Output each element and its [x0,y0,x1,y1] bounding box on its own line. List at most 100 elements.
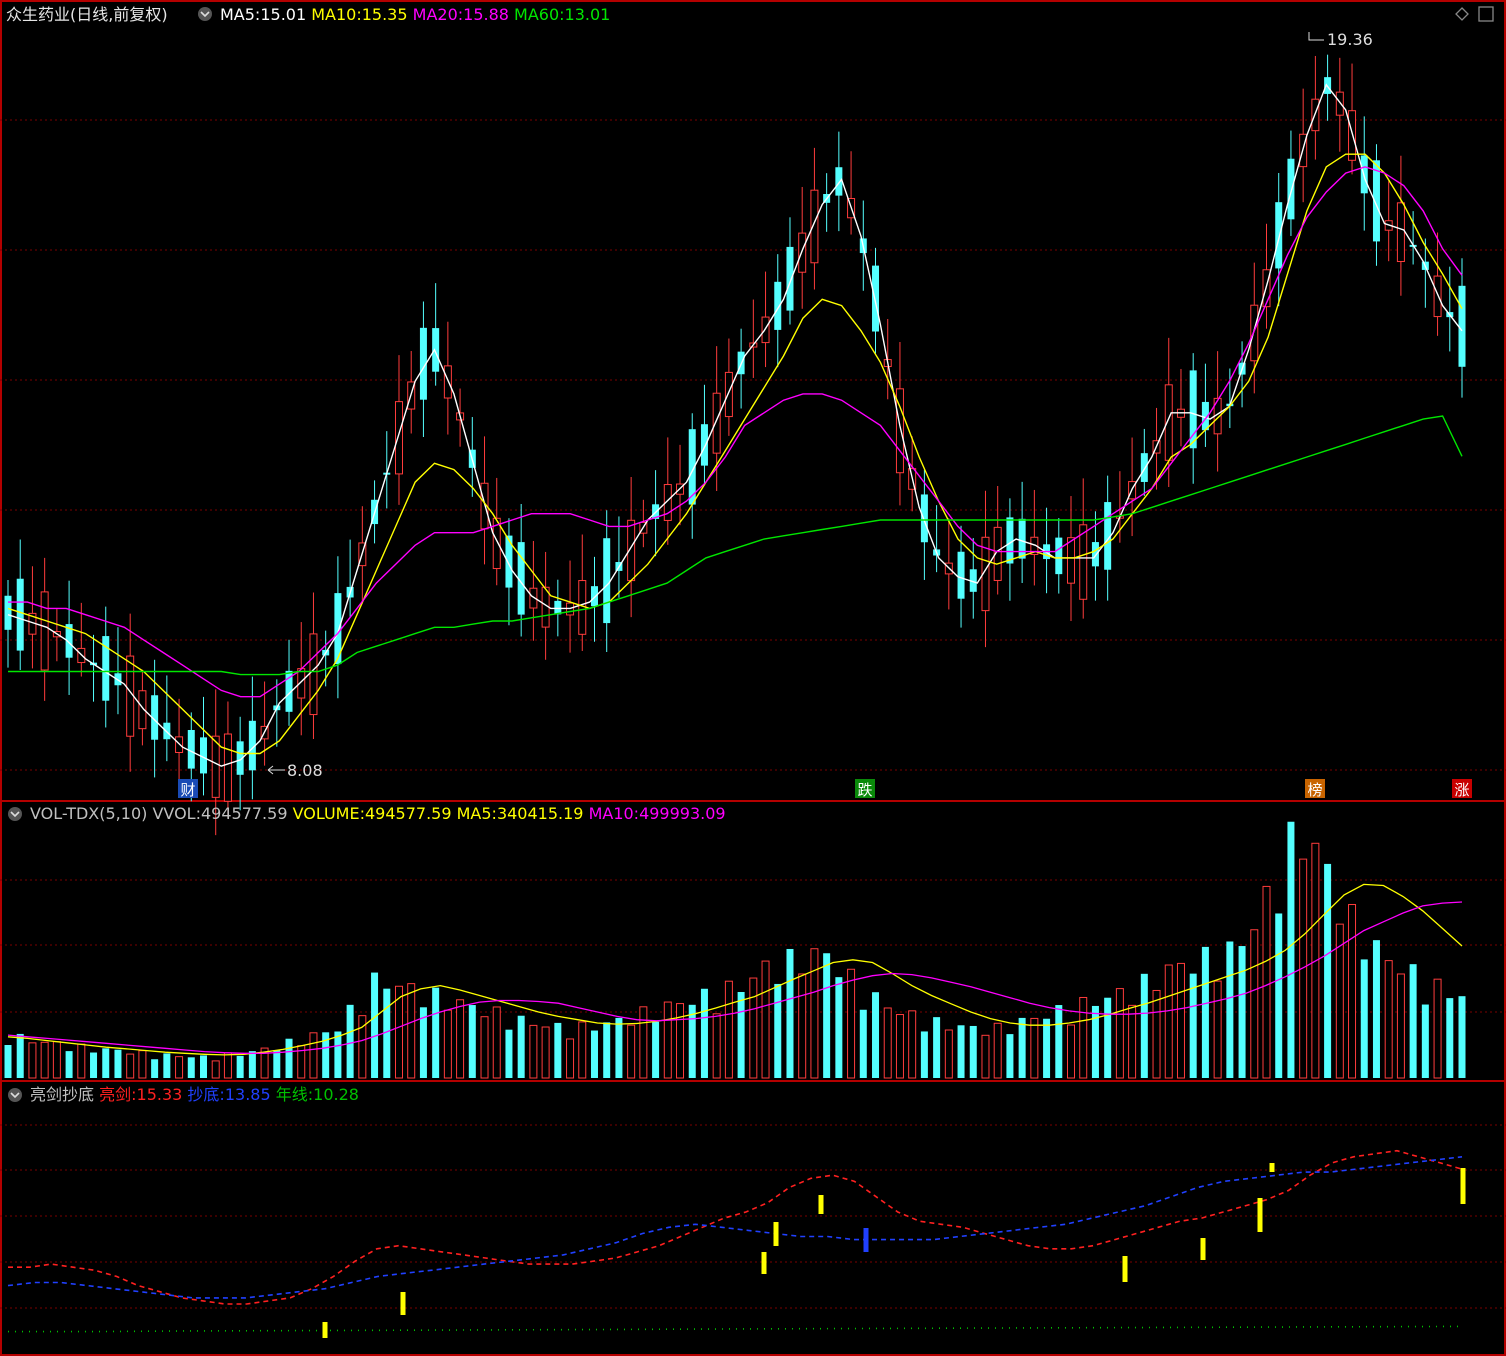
candle-body [920,494,928,543]
legend-value: 15.33 [137,1085,183,1104]
volume-bar [52,1041,61,1079]
signal-bar [1257,1198,1263,1232]
volume-bar [1067,1024,1076,1079]
legend-label: MA10: [589,804,640,823]
candle-body [1189,370,1197,449]
candle-body [603,538,611,624]
candle-body [432,328,440,372]
diamond-icon[interactable] [1455,7,1469,21]
window-controls[interactable] [1455,6,1494,22]
candle-body [394,401,403,475]
volume-bar [603,1022,611,1078]
volume-bar [90,1052,98,1078]
candle-body [16,578,24,651]
stock-title: 众生药业(日线,前复权) [6,5,168,24]
legend-value: 494577.59 [201,804,288,823]
indicator-line [7,1156,1463,1299]
event-marker: 财 [180,781,195,799]
volume-bar [1043,1018,1051,1078]
candlestick-series [4,54,1466,836]
volume-bar [981,1034,990,1079]
legend-value: 499993.09 [639,804,726,823]
dropdown-icon[interactable] [8,1088,22,1102]
volume-bars [4,821,1466,1079]
volume-bar [77,1043,86,1079]
volume-bar [688,1004,696,1078]
legend-label: VOLUME: [293,804,365,823]
legend-value: 15.88 [463,5,509,24]
dropdown-icon[interactable] [8,807,22,821]
volume-bar [895,1014,904,1079]
volume-bar [639,1006,648,1079]
candle-body [1067,537,1076,584]
legend-label: MA5: [220,5,260,24]
maximize-icon[interactable] [1478,6,1494,22]
volume-bar [371,972,379,1078]
volume-bar [1458,996,1466,1078]
volume-bar [554,1022,562,1078]
candle-body [1091,542,1099,567]
volume-bar [1384,960,1393,1079]
volume-bar [1152,989,1161,1079]
volume-bar [835,977,843,1078]
volume-bar [468,1005,476,1078]
candle-body [700,424,708,466]
volume-bar [908,1010,917,1079]
indicator-legend-text: 亮剑抄底 亮剑:15.33 抄底:13.85 年线:10.28 [30,1085,359,1104]
signal-bar [761,1252,767,1274]
low-price-label: 8.08 [287,761,323,780]
volume-bar [1164,964,1173,1079]
volume-bar [823,953,831,1078]
signal-bar [400,1292,406,1315]
volume-bar [969,1025,977,1078]
candle-body [309,633,318,716]
candle-body [1018,518,1026,559]
candle-body [798,232,807,273]
volume-bar [993,1022,1002,1079]
candle-body [712,392,721,454]
volume-bar [810,948,819,1079]
volume-bar [529,1024,538,1079]
volume-bar [1250,929,1259,1079]
volume-bar [102,1048,110,1078]
volume-bar [1238,946,1246,1078]
volume-bar [1409,964,1417,1078]
volume-bar [114,1049,122,1078]
volume-bar [933,1017,941,1078]
candle-body [1433,275,1442,318]
moving-average-lines [7,83,1463,767]
volume-bar [859,1009,867,1078]
signal-bar [1122,1256,1128,1282]
volume-bar [1226,941,1234,1078]
volume-bar [872,992,880,1078]
candle-body [1250,304,1259,362]
candle-body [835,167,843,196]
candle-body [1275,202,1283,269]
candle-body [1287,158,1295,220]
volume-bar [151,1059,159,1078]
volume-bar [1176,962,1185,1079]
candle-body [4,595,12,630]
candle-body [211,735,220,798]
indicator-line [8,1149,1463,1305]
volume-bar [944,1029,953,1079]
stock-chart[interactable]: 众生药业(日线,前复权) MA5:15.01 MA10:15.35 MA20:1… [0,0,1506,1356]
event-marker: 跌 [857,781,872,799]
volume-bar [1079,996,1088,1079]
legend-value: 340415.19 [497,804,584,823]
volume-bar [443,1009,452,1079]
volume-bar [480,1016,489,1079]
volume-bar [1396,973,1405,1079]
volume-bar [187,1057,195,1078]
signal-bar [322,1322,328,1338]
legend-value: 10.28 [313,1085,359,1104]
volume-bar [273,1050,281,1078]
volume-bar [1421,1004,1429,1078]
legend-label: VVOL: [152,804,201,823]
stock-chart-window: 众生药业(日线,前复权) MA5:15.01 MA10:15.35 MA20:1… [0,0,1506,1356]
volume-bar [566,1038,575,1079]
volume-bar [16,1033,24,1078]
volume-bar [724,980,733,1079]
indicator-lines [7,1149,1463,1333]
dropdown-icon[interactable] [198,7,212,21]
